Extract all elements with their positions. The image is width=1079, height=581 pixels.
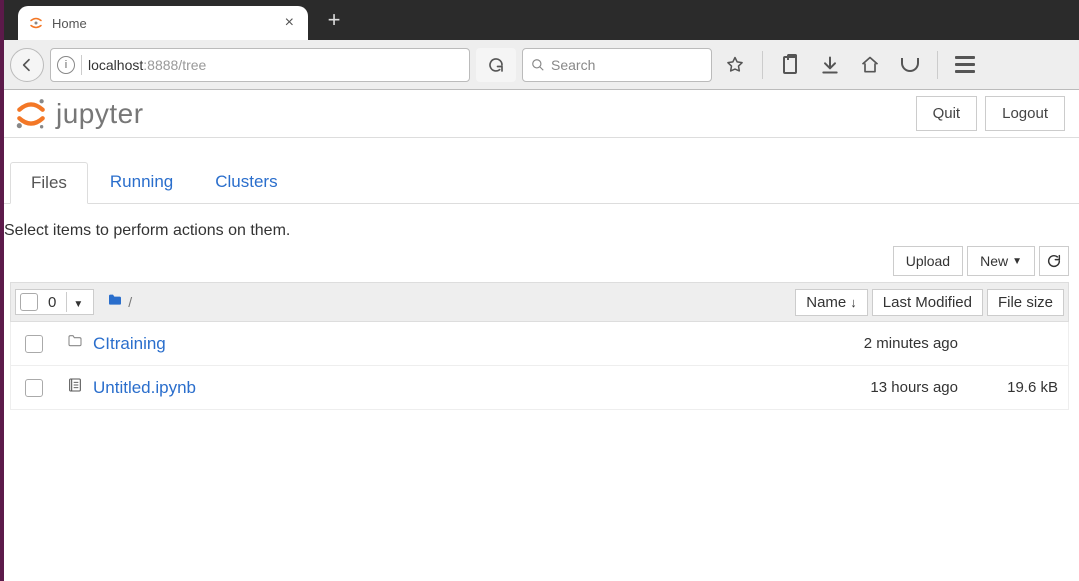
- browser-tab-title: Home: [52, 16, 273, 31]
- sort-arrow-down-icon: ↓: [850, 295, 857, 310]
- os-left-strip: [0, 0, 4, 581]
- jupyter-favicon-icon: [28, 15, 44, 31]
- action-row: Select items to perform actions on them.: [0, 204, 1079, 240]
- refresh-icon: [1046, 253, 1062, 269]
- jupyter-logo-icon: [14, 97, 48, 131]
- sort-name-button[interactable]: Name ↓: [795, 289, 868, 316]
- folder-icon: [65, 333, 85, 354]
- browser-toolbar: i localhost:8888/tree Search: [0, 40, 1079, 90]
- jupyter-header: jupyter Quit Logout: [0, 90, 1079, 138]
- toolbar-separator-2: [937, 51, 938, 79]
- bookmark-star-button[interactable]: [718, 48, 752, 82]
- site-info-icon[interactable]: i: [57, 56, 75, 74]
- new-button-label: New: [980, 253, 1008, 269]
- tab-running[interactable]: Running: [90, 162, 193, 203]
- file-size: 19.6 kB: [958, 379, 1068, 396]
- sort-modified-button[interactable]: Last Modified: [872, 289, 983, 316]
- quit-button[interactable]: Quit: [916, 96, 978, 131]
- breadcrumb-separator: /: [128, 294, 132, 310]
- row-checkbox[interactable]: [25, 335, 43, 353]
- caret-down-icon: ▼: [1012, 256, 1022, 267]
- close-tab-icon[interactable]: ×: [281, 14, 298, 32]
- urlbar-separator: [81, 55, 82, 75]
- home-icon: [860, 55, 880, 75]
- star-icon: [725, 55, 745, 75]
- file-row: CItraining 2 minutes ago: [10, 322, 1069, 366]
- jupyter-tabs: Files Running Clusters: [0, 138, 1079, 204]
- breadcrumb-root[interactable]: [106, 292, 124, 313]
- selected-count: 0: [44, 294, 60, 311]
- new-button[interactable]: New ▼: [967, 246, 1035, 276]
- browser-tab-bar: Home × +: [0, 0, 1079, 40]
- sort-size-button[interactable]: File size: [987, 289, 1064, 316]
- select-all-control[interactable]: 0 ▼: [15, 289, 94, 315]
- refresh-file-list-button[interactable]: [1039, 246, 1069, 276]
- new-tab-button[interactable]: +: [320, 6, 348, 34]
- toolbar-separator: [762, 51, 763, 79]
- jupyter-logo[interactable]: jupyter: [14, 97, 144, 131]
- caret-down-icon: ▼: [73, 299, 83, 310]
- pocket-icon: [901, 58, 919, 72]
- selection-instruction: Select items to perform actions on them.: [0, 222, 290, 240]
- url-bar[interactable]: i localhost:8888/tree: [50, 48, 470, 82]
- refresh-icon: [487, 56, 505, 74]
- pocket-button[interactable]: [893, 48, 927, 82]
- jupyter-brand-text: jupyter: [56, 98, 144, 130]
- file-modified: 13 hours ago: [788, 379, 958, 396]
- action-row-right: Upload New ▼: [0, 240, 1079, 282]
- col-name-label: Name: [806, 294, 846, 311]
- logout-button[interactable]: Logout: [985, 96, 1065, 131]
- search-placeholder: Search: [551, 57, 595, 73]
- file-modified: 2 minutes ago: [788, 335, 958, 352]
- file-row: Untitled.ipynb 13 hours ago 19.6 kB: [10, 366, 1069, 410]
- downloads-button[interactable]: [813, 48, 847, 82]
- clipboard-icon: [783, 56, 797, 74]
- back-button[interactable]: [10, 48, 44, 82]
- select-all-checkbox[interactable]: [20, 293, 38, 311]
- folder-icon: [106, 292, 124, 308]
- column-header-bar: 0 ▼ / Name ↓ Last Modified File size: [10, 282, 1069, 322]
- notebook-icon: [65, 376, 85, 399]
- upload-button[interactable]: Upload: [893, 246, 963, 276]
- magnifier-icon: [531, 58, 545, 72]
- library-button[interactable]: [773, 48, 807, 82]
- browser-tab-home[interactable]: Home ×: [18, 6, 308, 40]
- home-button[interactable]: [853, 48, 887, 82]
- browser-menu-button[interactable]: [948, 48, 982, 82]
- tab-files[interactable]: Files: [10, 162, 88, 204]
- refresh-button[interactable]: [476, 48, 516, 82]
- url-text: localhost:8888/tree: [88, 57, 463, 73]
- download-arrow-icon: [820, 55, 840, 75]
- browser-search-box[interactable]: Search: [522, 48, 712, 82]
- arrow-left-icon: [19, 57, 35, 73]
- select-menu-toggle[interactable]: ▼: [66, 292, 89, 312]
- tab-clusters[interactable]: Clusters: [195, 162, 297, 203]
- file-link[interactable]: CItraining: [93, 334, 166, 354]
- row-checkbox[interactable]: [25, 379, 43, 397]
- file-link[interactable]: Untitled.ipynb: [93, 378, 196, 398]
